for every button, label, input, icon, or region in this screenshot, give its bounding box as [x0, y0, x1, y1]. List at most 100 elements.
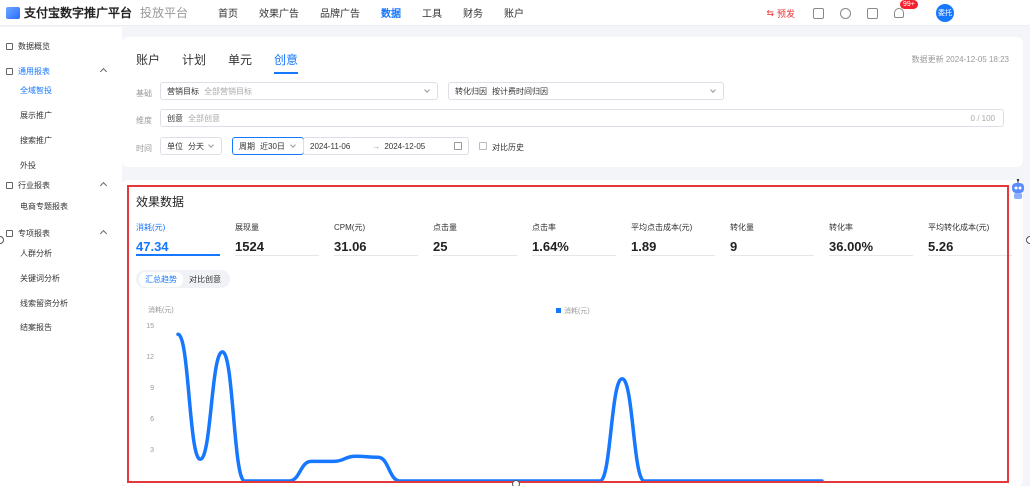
sidebar-item-12[interactable]: 结案报告 — [0, 322, 122, 333]
filter-panel: 账户 计划 单元 创意 数据更新 2024-12-05 18:23 基础 营销目标 全… — [122, 37, 1023, 167]
nav-item-4[interactable]: 工具 — [422, 5, 442, 20]
avatar[interactable]: 委托 — [936, 4, 954, 22]
chevron-down-icon — [424, 87, 430, 93]
metric-card-5[interactable]: 平均点击成本(元) 1.89 — [631, 222, 715, 256]
dimension-label: 维度 — [136, 116, 152, 125]
attr-value: 按计费时间归因 — [492, 86, 548, 96]
task-icon[interactable] — [867, 7, 878, 19]
metric-card-1[interactable]: 展现量 1524 — [235, 222, 319, 256]
sidebar-item-10[interactable]: 关键词分析 — [0, 273, 122, 284]
sidebar-item-5[interactable]: 外投 — [0, 160, 122, 171]
period-select[interactable]: 周期 近30日 — [232, 137, 304, 155]
metric-card-3[interactable]: 点击量 25 — [433, 222, 517, 256]
creative-key: 创意 — [167, 113, 183, 123]
metric-label: 点击量 — [433, 223, 457, 232]
basic-label: 基础 — [136, 89, 152, 98]
chevron-down-icon — [290, 142, 296, 148]
metric-label: 转化率 — [829, 223, 853, 232]
sidebar-item-0[interactable]: 数据概览 — [0, 41, 122, 52]
env-chip[interactable]: ⇆ 预发 — [766, 7, 795, 20]
bar-chart-icon — [6, 68, 13, 75]
nav-item-1[interactable]: 效果广告 — [259, 5, 299, 20]
marketing-goal-select[interactable]: 营销目标 全部营销目标 — [160, 82, 438, 100]
chevron-up-icon[interactable] — [99, 67, 108, 76]
sidebar-item-label: 外投 — [20, 161, 36, 170]
unit-select[interactable]: 单位 分天 — [160, 137, 222, 155]
tab-3[interactable]: 创意 — [274, 51, 299, 74]
metric-value: 5.26 — [928, 239, 954, 254]
sidebar-item-9[interactable]: 人群分析 — [0, 248, 122, 259]
metric-card-2[interactable]: CPM(元) 31.06 — [334, 222, 418, 256]
top-right-tools: ⇆ 预发 99+ 委托 — [766, 0, 1030, 26]
date-arrow: → — [372, 141, 381, 151]
compare-history-label[interactable]: 对比历史 — [492, 142, 524, 153]
chevron-down-icon — [710, 87, 716, 93]
sidebar-item-label: 全域智投 — [20, 86, 52, 95]
metric-card-6[interactable]: 转化量 9 — [730, 222, 814, 256]
creative-input[interactable]: 创意 全部创意 0 / 100 — [160, 109, 1004, 127]
nav-item-3[interactable]: 数据 — [381, 5, 401, 20]
date-start[interactable]: 2024-11-06 — [310, 142, 350, 151]
dashboard-icon — [6, 43, 13, 50]
metric-label: 消耗(元) — [136, 223, 166, 232]
unit-key: 单位 — [167, 141, 183, 151]
toggle-option-1[interactable]: 对比创意 — [183, 272, 227, 287]
top-bar: 支付宝数字推广平台 投放平台 首页 效果广告 品牌广告 数据 工具 财务 账户 ⇆ 预发 9… — [0, 0, 1030, 26]
sidebar-item-7[interactable]: 电商专题报表 — [0, 201, 122, 212]
tab-0[interactable]: 账户 — [136, 51, 160, 74]
chevron-up-icon[interactable] — [99, 229, 108, 238]
line-chart-icon — [6, 182, 13, 189]
nav-item-0[interactable]: 首页 — [218, 5, 238, 20]
creative-placeholder: 全部创意 — [188, 113, 220, 123]
bell-icon[interactable]: 99+ — [894, 0, 918, 18]
nav-item-2[interactable]: 品牌广告 — [320, 5, 360, 20]
resize-handle-bottom[interactable] — [512, 480, 520, 486]
resize-handle-right[interactable] — [1026, 236, 1030, 244]
period-key: 周期 — [239, 141, 255, 151]
sidebar-item-2[interactable]: 全域智投 — [0, 85, 122, 96]
metric-label: 平均点击成本(元) — [631, 223, 693, 232]
y-tick-label: 15 — [146, 323, 154, 330]
y-tick-label: 6 — [150, 416, 154, 423]
metric-value: 25 — [433, 239, 448, 254]
tab-2[interactable]: 单元 — [228, 51, 252, 74]
sidebar-item-label: 专项报表 — [18, 229, 50, 238]
series-line-cost — [176, 332, 824, 483]
attribution-select[interactable]: 转化归因 按计费时间归因 — [448, 82, 724, 100]
sidebar-item-label: 搜索推广 — [20, 136, 52, 145]
legend-label: 消耗(元) — [564, 306, 590, 315]
toggle-option-0[interactable]: 汇总趋势 — [139, 271, 183, 287]
logo-icon — [6, 6, 20, 19]
sidebar-item-11[interactable]: 线索留资分析 — [0, 298, 122, 309]
sidebar-item-label: 线索留资分析 — [20, 299, 68, 308]
app-subtitle: 投放平台 — [140, 6, 189, 20]
chevron-down-icon — [208, 142, 214, 148]
metric-card-7[interactable]: 转化率 36.00% — [829, 222, 913, 256]
sidebar-item-6[interactable]: 行业报表 — [0, 180, 122, 191]
time-label: 时间 — [136, 144, 152, 153]
help-icon[interactable] — [840, 7, 851, 19]
sidebar-item-1[interactable]: 通用报表 — [0, 66, 122, 77]
env-label: 预发 — [776, 8, 795, 19]
assistant-robot-icon[interactable] — [1011, 179, 1025, 201]
nav-item-5[interactable]: 财务 — [463, 5, 483, 20]
date-range-picker[interactable]: 2024-11-06 → 2024-12-05 — [303, 137, 469, 155]
nav-item-6[interactable]: 账户 — [504, 5, 524, 20]
tab-1[interactable]: 计划 — [182, 51, 206, 74]
sidebar-item-8[interactable]: 专项报表 — [0, 228, 122, 239]
metric-card-8[interactable]: 平均转化成本(元) 5.26 — [928, 222, 1012, 256]
sidebar-item-label: 人群分析 — [20, 249, 52, 258]
creative-count: 0 / 100 — [970, 113, 995, 123]
metric-card-0[interactable]: 消耗(元) 47.34 — [136, 222, 220, 256]
attr-key: 转化归因 — [455, 86, 487, 96]
sidebar-item-4[interactable]: 搜索推广 — [0, 135, 122, 146]
goal-value: 全部营销目标 — [204, 86, 252, 96]
y-tick-label: 12 — [146, 354, 154, 361]
logo[interactable]: 支付宝数字推广平台 投放平台 — [6, 4, 188, 21]
compare-history-checkbox[interactable] — [479, 142, 487, 150]
chevron-up-icon[interactable] — [99, 181, 108, 190]
metric-card-4[interactable]: 点击率 1.64% — [532, 222, 616, 256]
date-end[interactable]: 2024-12-05 — [384, 142, 425, 151]
tablet-icon[interactable] — [813, 7, 824, 19]
sidebar-item-3[interactable]: 展示推广 — [0, 110, 122, 121]
